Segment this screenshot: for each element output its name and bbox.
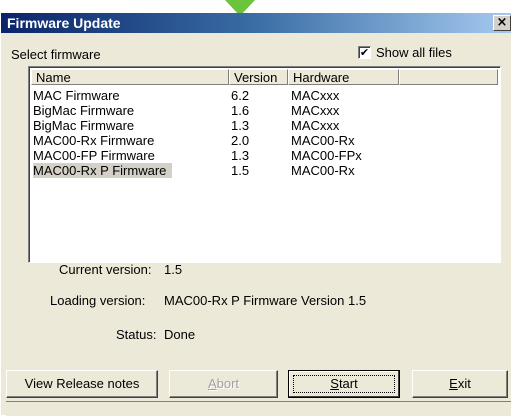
loading-version-value: MAC00-Rx P Firmware Version 1.5: [164, 293, 367, 308]
firmware-version: 6.2: [231, 88, 250, 103]
firmware-version: 1.3: [231, 148, 250, 163]
exit-mnemonic: E: [449, 376, 458, 391]
list-item[interactable]: BigMac Firmware 1.3 MACxxx: [31, 118, 491, 133]
firmware-hardware: MAC00-Rx: [291, 133, 355, 148]
start-button[interactable]: Start: [288, 370, 400, 398]
show-all-files-checkbox[interactable]: ✔: [358, 46, 371, 59]
column-header-hardware[interactable]: Hardware: [288, 69, 399, 85]
abort-mnemonic: A: [207, 376, 217, 391]
checkmark-icon: ✔: [359, 46, 370, 59]
view-release-notes-button[interactable]: View Release notes: [6, 370, 158, 398]
firmware-hardware: MACxxx: [291, 88, 340, 103]
list-header: Name Version Hardware: [31, 69, 500, 87]
firmware-list[interactable]: Name Version Hardware MAC Firmware 6.2 M…: [28, 66, 501, 263]
window-title: Firmware Update: [7, 15, 121, 31]
firmware-hardware: MACxxx: [291, 103, 340, 118]
status-bar: [6, 401, 511, 416]
firmware-name: BigMac Firmware: [33, 103, 135, 118]
title-bar[interactable]: Firmware Update ×: [1, 13, 511, 33]
firmware-hardware: MAC00-Rx: [291, 163, 355, 178]
firmware-version: 1.3: [231, 118, 250, 133]
list-item-selected[interactable]: MAC00-Rx P Firmware 1.5 MAC00-Rx: [31, 163, 491, 178]
firmware-version: 1.6: [231, 103, 250, 118]
current-version-value: 1.5: [164, 262, 183, 277]
show-all-files-label[interactable]: Show all files: [376, 45, 452, 60]
exit-label: xit: [457, 376, 471, 391]
view-release-notes-label: View Release notes: [24, 376, 140, 391]
list-item[interactable]: BigMac Firmware 1.6 MACxxx: [31, 103, 491, 118]
firmware-version: 2.0: [231, 133, 250, 148]
close-icon: ×: [496, 15, 508, 30]
firmware-name: MAC Firmware: [33, 88, 120, 103]
focus-rectangle: [293, 375, 395, 393]
column-header-empty: [399, 69, 498, 85]
firmware-name: MAC00-Rx P Firmware: [33, 163, 173, 178]
firmware-hardware: MACxxx: [291, 118, 340, 133]
firmware-name: MAC00-FP Firmware: [33, 148, 155, 163]
exit-button[interactable]: Exit: [412, 370, 508, 398]
list-item[interactable]: MAC Firmware 6.2 MACxxx: [31, 88, 491, 103]
loading-version-label: Loading version:: [50, 293, 146, 308]
firmware-name: MAC00-Rx Firmware: [33, 133, 155, 148]
select-firmware-label: Select firmware: [11, 47, 101, 62]
current-version-label: Current version:: [59, 262, 152, 277]
firmware-name: BigMac Firmware: [33, 118, 135, 133]
abort-label: bort: [216, 376, 240, 391]
firmware-update-dialog: Firmware Update × Select firmware ✔ Show…: [0, 13, 511, 416]
list-item[interactable]: MAC00-FP Firmware 1.3 MAC00-FPx: [31, 148, 491, 163]
column-header-version[interactable]: Version: [229, 69, 288, 85]
status-label: Status:: [116, 327, 157, 342]
close-button[interactable]: ×: [493, 15, 511, 31]
status-value: Done: [164, 327, 196, 342]
firmware-version: 1.5: [231, 163, 250, 178]
list-item[interactable]: MAC00-Rx Firmware 2.0 MAC00-Rx: [31, 133, 491, 148]
firmware-hardware: MAC00-FPx: [291, 148, 362, 163]
abort-button[interactable]: Abort: [169, 370, 278, 398]
column-header-name[interactable]: Name: [31, 69, 229, 85]
